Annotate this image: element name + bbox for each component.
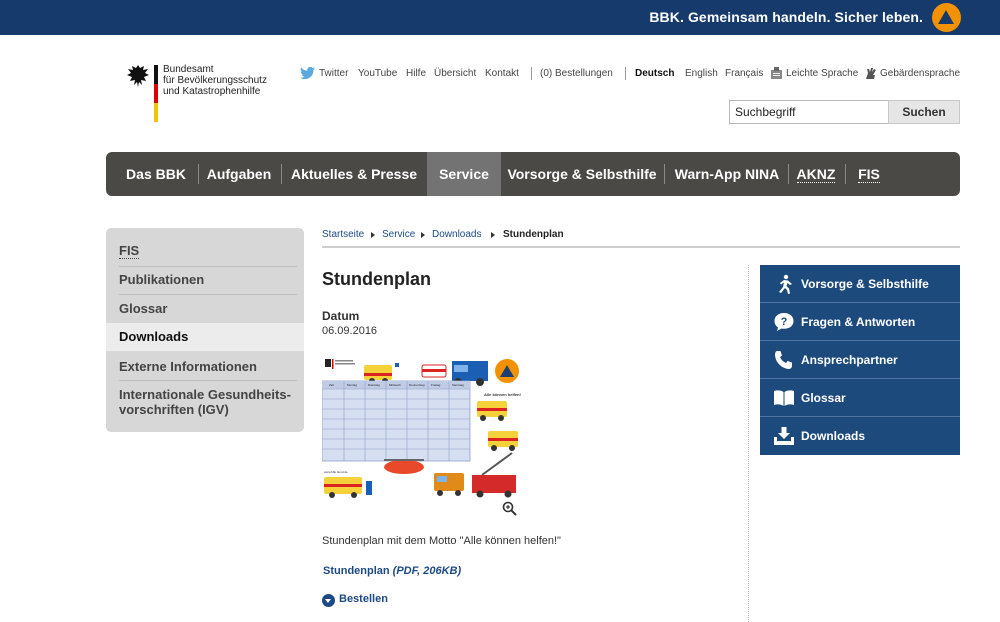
download-arrow-icon <box>322 594 335 607</box>
nav-tab-service[interactable]: Service <box>427 152 501 196</box>
quick-link-downloads[interactable]: Downloads <box>760 417 960 455</box>
divider <box>788 164 789 184</box>
breadcrumb-service[interactable]: Service <box>382 229 415 240</box>
thumbnail-url: www.bbk.bund.de <box>324 470 348 474</box>
svg-text:?: ? <box>781 316 788 328</box>
breadcrumb-downloads[interactable]: Downloads <box>432 229 481 240</box>
sidenav-item-glossar[interactable]: Glossar <box>106 301 304 323</box>
nav-tab-aknz[interactable]: AKNZ <box>792 152 840 196</box>
divider <box>119 294 297 295</box>
thumbnail-col-samstag: Samstag <box>452 383 464 387</box>
nav-tab-vorsorge[interactable]: Vorsorge & Selbsthilfe <box>501 152 663 196</box>
easy-language-icon[interactable] <box>770 67 783 80</box>
chevron-right-icon <box>421 232 425 238</box>
thumbnail-col-freitag: Freitag <box>431 383 441 387</box>
thumbnail-col-donnerstag: Donnerstag <box>409 383 425 387</box>
divider <box>281 164 282 184</box>
thumbnail-motto: Alle können helfen! <box>484 392 521 397</box>
download-link[interactable]: Stundenplan (PDF, 206KB) <box>323 565 461 577</box>
quick-link-faq[interactable]: ? Fragen & Antworten <box>760 303 960 341</box>
bestellungen-link[interactable]: (0) Bestellungen <box>540 68 613 79</box>
top-banner: BBK. Gemeinsam handeln. Sicher leben. <box>0 0 1000 35</box>
sign-language-icon[interactable] <box>864 67 877 80</box>
leichte-sprache-link[interactable]: Leichte Sprache <box>786 68 858 79</box>
twitter-link[interactable]: Twitter <box>319 68 348 79</box>
column-divider <box>748 265 749 622</box>
chevron-right-icon <box>371 232 375 238</box>
quick-links: Vorsorge & Selbsthilfe ? Fragen & Antwor… <box>760 265 960 455</box>
book-icon <box>774 390 794 406</box>
divider <box>531 67 532 80</box>
nav-tab-aufgaben[interactable]: Aufgaben <box>199 152 279 196</box>
breadcrumb-rule <box>322 246 960 248</box>
uebersicht-link[interactable]: Übersicht <box>434 68 476 79</box>
sidenav-item-igv[interactable]: Internationale Gesundheits- vorschriften… <box>106 387 304 419</box>
divider <box>119 380 297 381</box>
sidenav-item-downloads[interactable]: Downloads <box>106 323 304 351</box>
youtube-link[interactable]: YouTube <box>358 68 397 79</box>
bbk-logo-icon[interactable] <box>932 3 961 32</box>
download-tray-icon <box>774 427 794 445</box>
sidenav-item-externe[interactable]: Externe Informationen <box>106 359 304 381</box>
running-person-icon <box>779 274 792 294</box>
breadcrumb-startseite[interactable]: Startseite <box>322 229 364 240</box>
nav-tab-warn-app[interactable]: Warn-App NINA <box>667 152 787 196</box>
date-value: 06.09.2016 <box>322 325 378 337</box>
slogan: BBK. Gemeinsam handeln. Sicher leben. <box>649 9 923 25</box>
sidenav-item-fis[interactable]: FIS <box>106 243 304 265</box>
quick-link-vorsorge[interactable]: Vorsorge & Selbsthilfe <box>760 265 960 303</box>
timetable-thumbnail[interactable]: Alle können helfen! Zeit Montag Dienstag… <box>322 355 527 500</box>
search-button[interactable]: Suchen <box>888 100 960 124</box>
nav-tab-fis[interactable]: FIS <box>850 152 888 196</box>
search-input[interactable]: Suchbegriff <box>729 100 889 124</box>
lang-deutsch[interactable]: Deutsch <box>635 68 674 79</box>
hilfe-link[interactable]: Hilfe <box>406 68 426 79</box>
kontakt-link[interactable]: Kontakt <box>485 68 519 79</box>
divider <box>664 164 665 184</box>
thumbnail-col-montag: Montag <box>347 383 357 387</box>
divider <box>625 67 626 80</box>
side-nav: FIS Publikationen Glossar Downloads Exte… <box>106 228 304 432</box>
zoom-icon[interactable] <box>502 501 517 516</box>
thumbnail-col-dienstag: Dienstag <box>368 383 380 387</box>
question-bubble-icon: ? <box>774 313 794 331</box>
thumbnail-col-zeit: Zeit <box>329 383 334 387</box>
date-label: Datum <box>322 309 360 323</box>
sidenav-item-publikationen[interactable]: Publikationen <box>106 272 304 294</box>
gebaerdensprache-link[interactable]: Gebärdensprache <box>880 68 960 79</box>
thumbnail-col-mittwoch: Mittwoch <box>389 383 401 387</box>
lang-english[interactable]: English <box>685 68 718 79</box>
federal-eagle-icon[interactable] <box>127 63 149 89</box>
quick-link-glossar[interactable]: Glossar <box>760 379 960 417</box>
description: Stundenplan mit dem Motto "Alle können h… <box>322 535 561 547</box>
phone-icon <box>775 351 792 369</box>
divider <box>845 164 846 184</box>
org-name[interactable]: Bundesamt für Bevölkerungsschutz und Kat… <box>163 64 267 97</box>
page-title: Stundenplan <box>322 269 431 289</box>
german-flag <box>154 65 158 122</box>
main-nav: Das BBK Aufgaben Aktuelles & Presse Serv… <box>106 152 960 196</box>
breadcrumb-current: Stundenplan <box>503 229 564 240</box>
divider <box>119 266 297 267</box>
quick-link-ansprechpartner[interactable]: Ansprechpartner <box>760 341 960 379</box>
nav-tab-das-bbk[interactable]: Das BBK <box>116 152 196 196</box>
twitter-icon[interactable] <box>300 67 315 79</box>
lang-francais[interactable]: Français <box>725 68 763 79</box>
chevron-right-icon <box>491 232 495 238</box>
nav-tab-aktuelles[interactable]: Aktuelles & Presse <box>283 152 425 196</box>
